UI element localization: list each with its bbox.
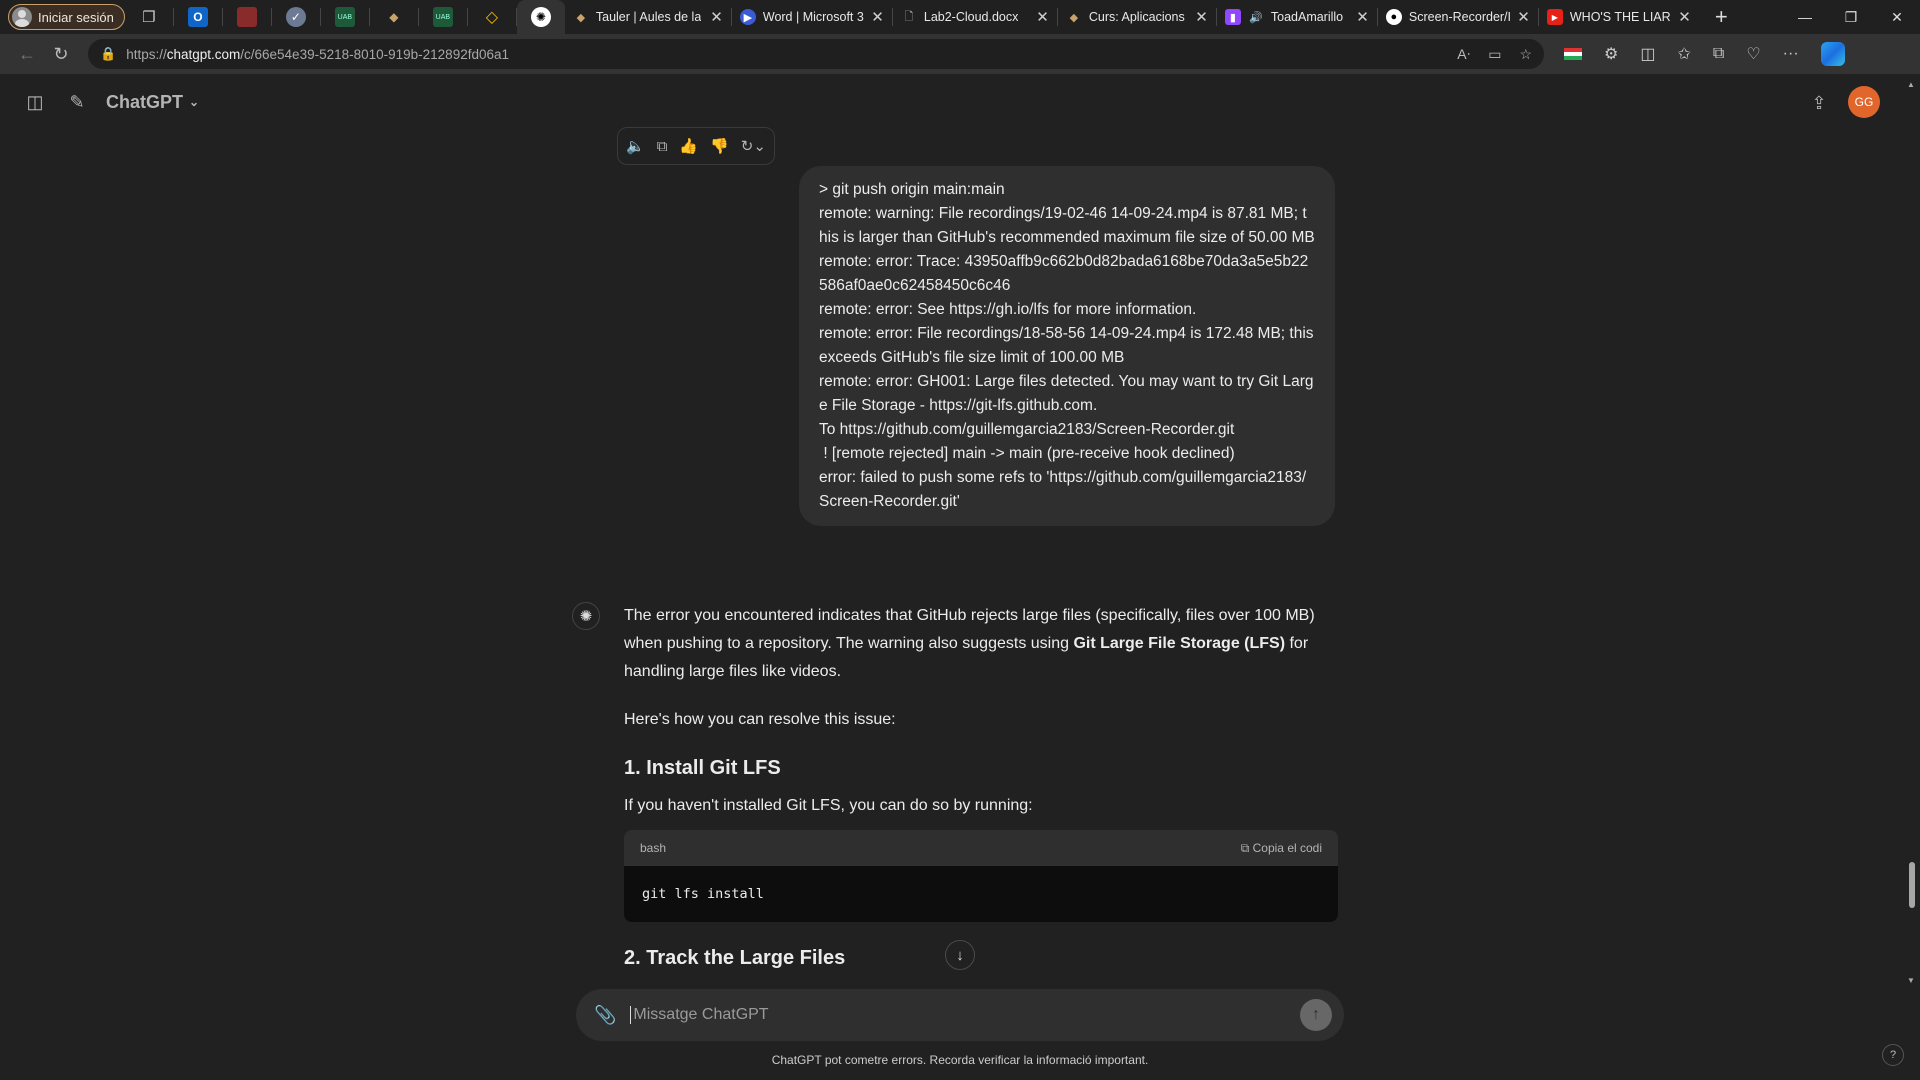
browser-tab-strip: Iniciar sesión ❐ O ✓ UAB ◆ UAB ◇ ✺ ◆ Tau… xyxy=(0,0,1920,34)
close-tab-icon[interactable]: ✕ xyxy=(1678,8,1691,26)
audio-playing-icon[interactable]: 🔊 xyxy=(1248,9,1264,25)
model-name: ChatGPT xyxy=(106,91,184,112)
code-content[interactable]: git lfs install xyxy=(624,866,1338,922)
code-language: bash xyxy=(640,841,667,855)
copy-code-button[interactable]: ⧉ Copia el codi xyxy=(1241,834,1322,862)
moodle-icon: ◆ xyxy=(1069,11,1079,24)
close-tab-icon[interactable]: ✕ xyxy=(1356,8,1369,26)
share-icon[interactable]: ⇪ xyxy=(1802,86,1836,120)
address-bar[interactable]: 🔒 https://chatgpt.com/c/66e54e39-5218-80… xyxy=(88,39,1544,69)
tab-github[interactable]: ● Screen-Recorder/I ✕ xyxy=(1378,0,1538,34)
answer-intro: The error you encountered indicates that… xyxy=(624,607,1315,680)
tab-aules[interactable]: ◆ Tauler | Aules de la ✕ xyxy=(565,0,731,34)
answer-resolve: Here's how you can resolve this issue: xyxy=(624,711,896,728)
chevron-down-icon: ⌄ xyxy=(189,95,200,109)
restore-icon[interactable]: ❐ xyxy=(1828,0,1874,34)
uab-tab-icon[interactable]: UAB xyxy=(334,7,355,27)
favorite-star-icon[interactable]: ☆ xyxy=(1519,46,1532,63)
immersive-reader-icon[interactable]: ▭ xyxy=(1488,46,1501,63)
tab-twitch[interactable]: ▮ 🔊 ToadAmarillo ✕ xyxy=(1217,0,1377,34)
close-tab-icon[interactable]: ✕ xyxy=(1195,8,1208,26)
page-scrollbar[interactable]: ▲ ▼ xyxy=(1904,74,1920,1080)
back-icon[interactable]: ← xyxy=(10,37,44,71)
profile-label: Iniciar sesión xyxy=(38,9,114,25)
browser-essentials-icon[interactable]: ♡ xyxy=(1746,44,1760,64)
split-screen-icon[interactable]: ◫ xyxy=(1640,44,1655,64)
step2-heading: 2. Track the Large Files xyxy=(624,947,846,969)
document-icon: 🗋 xyxy=(904,10,914,23)
copilot-icon: ▶ xyxy=(739,9,756,25)
tab-word[interactable]: ▶ Word | Microsoft 3 ✕ xyxy=(732,0,892,34)
close-tab-icon[interactable]: ✕ xyxy=(1517,8,1530,26)
github-icon: ● xyxy=(1385,9,1402,25)
browser-toolbar: ← ↻ 🔒 https://chatgpt.com/c/66e54e39-521… xyxy=(0,34,1920,74)
model-selector[interactable]: ChatGPT ⌄ xyxy=(106,92,199,113)
disclaimer: ChatGPT pot cometre errors. Recorda veri… xyxy=(771,1053,1149,1067)
scroll-up-icon[interactable]: ▲ xyxy=(1907,80,1915,89)
step1-text: If you haven't installed Git LFS, you ca… xyxy=(624,797,1033,814)
collections-icon[interactable]: ⧉ xyxy=(1713,45,1724,63)
binance-tab-icon[interactable]: ◇ xyxy=(482,7,502,27)
twitch-icon: ▮ xyxy=(1224,9,1241,25)
user-avatar[interactable]: GG xyxy=(1848,86,1880,118)
new-tab-button[interactable]: + xyxy=(1699,4,1744,30)
extensions-icon[interactable]: ⚙ xyxy=(1604,44,1618,64)
profile-button[interactable]: Iniciar sesión xyxy=(8,4,125,30)
uab-tab-icon-2[interactable]: UAB xyxy=(432,7,453,27)
youtube-icon: ▶ xyxy=(1546,9,1563,25)
chatgpt-logo-icon: ✺ xyxy=(572,602,600,630)
tab-lab2[interactable]: 🗋 Lab2-Cloud.docx ✕ xyxy=(893,0,1057,34)
message-input[interactable]: Missatge ChatGPT xyxy=(630,1006,1300,1024)
attach-icon[interactable]: 📎 xyxy=(594,1005,616,1026)
close-tab-icon[interactable]: ✕ xyxy=(871,8,884,26)
minimize-icon[interactable]: — xyxy=(1782,0,1828,34)
close-window-icon[interactable]: ✕ xyxy=(1874,0,1920,34)
copilot-icon[interactable] xyxy=(1820,42,1845,66)
moodle-icon: ◆ xyxy=(576,11,586,24)
thumbs-up-icon[interactable]: 👍 xyxy=(679,137,698,155)
moodle-tab-icon[interactable]: ◆ xyxy=(384,7,404,27)
flag-extension-icon[interactable] xyxy=(1564,48,1582,60)
sidebar-toggle-icon[interactable]: ◫ xyxy=(18,85,52,119)
message-composer: 📎 Missatge ChatGPT ↑ xyxy=(576,989,1344,1041)
url-text[interactable]: https://chatgpt.com/c/66e54e39-5218-8010… xyxy=(126,47,1447,62)
refresh-icon[interactable]: ↻ xyxy=(44,37,78,71)
scrollbar-thumb[interactable] xyxy=(1909,862,1915,908)
scroll-to-bottom-button[interactable]: ↓ xyxy=(945,940,975,970)
step1-heading: 1. Install Git LFS xyxy=(624,757,781,779)
copy-icon[interactable]: ⧉ xyxy=(657,138,668,155)
pdf-tab-icon[interactable] xyxy=(236,7,257,27)
read-aloud-icon[interactable]: Aᐧ xyxy=(1457,46,1470,63)
help-button[interactable]: ? xyxy=(1882,1044,1904,1066)
tab-curs[interactable]: ◆ Curs: Aplicacions d ✕ xyxy=(1058,0,1216,34)
new-chat-icon[interactable]: ✎ xyxy=(60,85,94,119)
thumbs-down-icon[interactable]: 👎 xyxy=(710,137,729,155)
copy-icon: ⧉ xyxy=(1240,841,1250,855)
send-button[interactable]: ↑ xyxy=(1300,999,1332,1031)
profile-avatar-icon xyxy=(12,7,32,27)
close-tab-icon[interactable]: ✕ xyxy=(1036,8,1049,26)
checkmark-tab-icon[interactable]: ✓ xyxy=(285,7,306,27)
app-header: ◫ ✎ ChatGPT ⌄ ⇪ GG xyxy=(0,74,1920,130)
workspaces-icon[interactable]: ❐ xyxy=(139,7,159,27)
chatgpt-tab-icon: ✺ xyxy=(530,7,551,27)
favorites-icon[interactable]: ✩ xyxy=(1677,44,1690,64)
close-tab-icon[interactable]: ✕ xyxy=(710,8,723,26)
tab-youtube[interactable]: ▶ WHO'S THE LIAR | ✕ xyxy=(1539,0,1699,34)
message-actions: 🔈 ⧉ 👍 👎 ↻⌄ xyxy=(617,127,775,165)
regenerate-icon[interactable]: ↻⌄ xyxy=(741,137,766,155)
scroll-down-icon[interactable]: ▼ xyxy=(1907,976,1915,985)
read-aloud-icon[interactable]: 🔈 xyxy=(626,137,645,155)
code-block: bash ⧉ Copia el codi git lfs install xyxy=(624,830,1338,922)
lock-icon[interactable]: 🔒 xyxy=(100,46,116,62)
more-menu-icon[interactable]: ··· xyxy=(1783,45,1799,63)
chatgpt-tab[interactable]: ✺ xyxy=(516,0,565,34)
chatgpt-app: ◫ ✎ ChatGPT ⌄ ⇪ GG 🔈 ⧉ 👍 👎 ↻⌄ > git push… xyxy=(0,74,1920,1080)
user-message: > git push origin main:main remote: warn… xyxy=(799,166,1335,526)
outlook-tab-icon[interactable]: O xyxy=(187,7,208,27)
